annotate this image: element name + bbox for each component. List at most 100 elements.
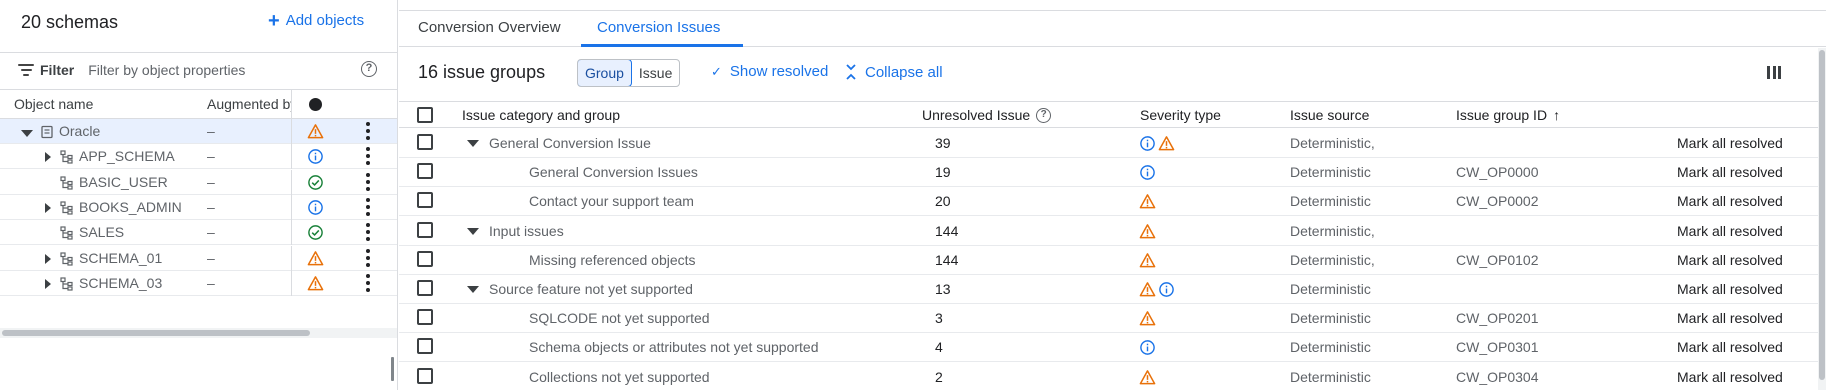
issue-row[interactable]: Missing referenced objects 144 Determinist…	[399, 246, 1818, 275]
row-checkbox[interactable]	[417, 367, 433, 384]
column-divider[interactable]	[291, 90, 292, 120]
mark-all-resolved-link[interactable]: Mark all resolved	[1677, 193, 1783, 209]
scrollbar-thumb[interactable]	[1819, 50, 1825, 380]
caret-down-icon[interactable]	[467, 140, 479, 147]
sort-ascending-icon[interactable]: ↑	[1553, 107, 1560, 123]
caret-right-icon[interactable]	[45, 278, 51, 289]
group-id-column-header[interactable]: Issue group ID ↑	[1456, 107, 1560, 123]
more-options-icon[interactable]	[366, 197, 370, 216]
issue-row[interactable]: Schema objects or attributes not yet sup…	[399, 333, 1818, 363]
issue-category-label: Input issues	[489, 222, 564, 239]
issue-group-row[interactable]: Source feature not yet supported 13 Determ…	[399, 275, 1818, 304]
tab-conversion-issues[interactable]: Conversion Issues	[597, 19, 720, 36]
status-indicator	[307, 174, 324, 191]
object-name-column-header[interactable]: Object name	[14, 96, 93, 112]
severity-column-header[interactable]: Severity type	[1140, 107, 1221, 123]
issue-row[interactable]: Contact your support team 20 Deterministic…	[399, 187, 1818, 217]
tree-item-name: BOOKS_ADMIN	[79, 198, 182, 215]
more-options-icon[interactable]	[366, 122, 370, 140]
tree-row[interactable]: BASIC_USER –	[0, 169, 397, 195]
view-group-button[interactable]: Group	[578, 60, 632, 86]
mark-all-resolved-link[interactable]: Mark all resolved	[1677, 135, 1783, 151]
unresolved-help-icon[interactable]: ?	[1036, 107, 1052, 123]
collapse-all-button[interactable]: Collapse all	[845, 63, 943, 81]
column-divider	[291, 194, 292, 220]
tab-conversion-overview[interactable]: Conversion Overview	[418, 19, 561, 36]
info-icon	[1140, 165, 1155, 181]
more-options-icon[interactable]	[366, 147, 370, 166]
caret-down-icon[interactable]	[467, 286, 479, 293]
issue-row[interactable]: Collections not yet supported 2 Determinis…	[399, 363, 1818, 390]
warning-icon	[1139, 369, 1156, 384]
issue-group-row[interactable]: Input issues 144 Deterministic, Mark all re…	[399, 217, 1818, 246]
issue-row[interactable]: General Conversion Issues 19 Deterministic…	[399, 158, 1818, 188]
mark-all-resolved-link[interactable]: Mark all resolved	[1677, 164, 1783, 180]
mark-all-resolved-link[interactable]: Mark all resolved	[1677, 223, 1783, 239]
tree-row[interactable]: SCHEMA_03 –	[0, 270, 397, 296]
filter-icon[interactable]	[18, 63, 34, 76]
status-indicator	[307, 250, 324, 267]
info-icon	[1140, 136, 1155, 151]
caret-right-icon[interactable]	[45, 253, 51, 264]
row-checkbox[interactable]	[417, 163, 433, 180]
row-checkbox[interactable]	[417, 280, 433, 296]
unresolved-count: 13	[935, 281, 951, 297]
row-checkbox[interactable]	[417, 250, 433, 267]
more-options-icon[interactable]	[366, 248, 370, 267]
caret-right-icon[interactable]	[45, 202, 51, 213]
issue-group-count: 16 issue groups	[418, 62, 546, 82]
more-options-icon[interactable]	[366, 223, 370, 242]
row-checkbox[interactable]	[417, 134, 433, 150]
add-objects-button[interactable]: + Add objects	[268, 11, 364, 31]
select-all-checkbox[interactable]	[417, 107, 433, 123]
help-icon[interactable]: ?	[361, 61, 377, 77]
column-settings-icon[interactable]	[1767, 66, 1781, 79]
show-resolved-button[interactable]: ✓ Show resolved	[711, 63, 828, 80]
severity-icons	[1139, 310, 1156, 327]
filter-input[interactable]	[88, 61, 339, 78]
issue-group-label: Missing referenced objects	[529, 251, 696, 268]
tree-row[interactable]: SALES –	[0, 220, 397, 246]
source-column-header[interactable]: Issue source	[1290, 107, 1369, 123]
tree-row[interactable]: SCHEMA_01 –	[0, 245, 397, 271]
augmented-value: –	[207, 249, 215, 266]
schema-icon	[60, 201, 74, 215]
mark-all-resolved-link[interactable]: Mark all resolved	[1677, 310, 1783, 326]
row-checkbox[interactable]	[417, 192, 433, 209]
warning-icon	[307, 275, 324, 291]
augmented-value: –	[207, 224, 215, 241]
tree-row[interactable]: APP_SCHEMA –	[0, 144, 397, 170]
row-checkbox[interactable]	[417, 221, 433, 238]
row-checkbox[interactable]	[417, 338, 433, 355]
issue-group-id: CW_OP0304	[1456, 368, 1539, 385]
issue-source: Deterministic	[1290, 368, 1371, 385]
issue-group-row[interactable]: General Conversion Issue 39 Deterministic,…	[399, 129, 1818, 158]
collapse-all-label: Collapse all	[865, 63, 943, 81]
more-options-icon[interactable]	[366, 172, 370, 191]
severity-icons	[1139, 135, 1175, 152]
unresolved-column-header[interactable]: Unresolved Issue ?	[922, 107, 1052, 123]
info-icon	[308, 200, 323, 215]
caret-down-icon[interactable]	[467, 227, 479, 235]
caret-right-icon[interactable]	[45, 152, 51, 163]
augmented-column-header[interactable]: Augmented by Gemini	[207, 96, 291, 112]
category-column-header[interactable]: Issue category and group	[462, 107, 620, 123]
panel-resize-handle[interactable]	[391, 357, 394, 381]
view-issue-button[interactable]: Issue	[632, 60, 679, 86]
more-options-icon[interactable]	[366, 273, 370, 292]
issues-toolbar: 16 issue groups Group Issue ✓ Show resol…	[399, 48, 1826, 104]
issue-category-label: General Conversion Issue	[489, 135, 651, 151]
horizontal-scrollbar[interactable]	[0, 328, 397, 338]
mark-all-resolved-link[interactable]: Mark all resolved	[1677, 252, 1783, 268]
row-checkbox[interactable]	[417, 309, 433, 326]
issue-row[interactable]: SQLCODE not yet supported 3 Deterministic C…	[399, 304, 1818, 334]
vertical-scrollbar[interactable]	[1818, 48, 1826, 390]
caret-down-icon[interactable]	[21, 130, 33, 137]
mark-all-resolved-link[interactable]: Mark all resolved	[1677, 281, 1783, 297]
scrollbar-thumb[interactable]	[2, 330, 310, 336]
tree-row[interactable]: Oracle –	[0, 119, 397, 144]
mark-all-resolved-link[interactable]: Mark all resolved	[1677, 369, 1783, 385]
tree-row[interactable]: BOOKS_ADMIN –	[0, 194, 397, 220]
success-icon	[308, 225, 323, 241]
mark-all-resolved-link[interactable]: Mark all resolved	[1677, 339, 1783, 355]
